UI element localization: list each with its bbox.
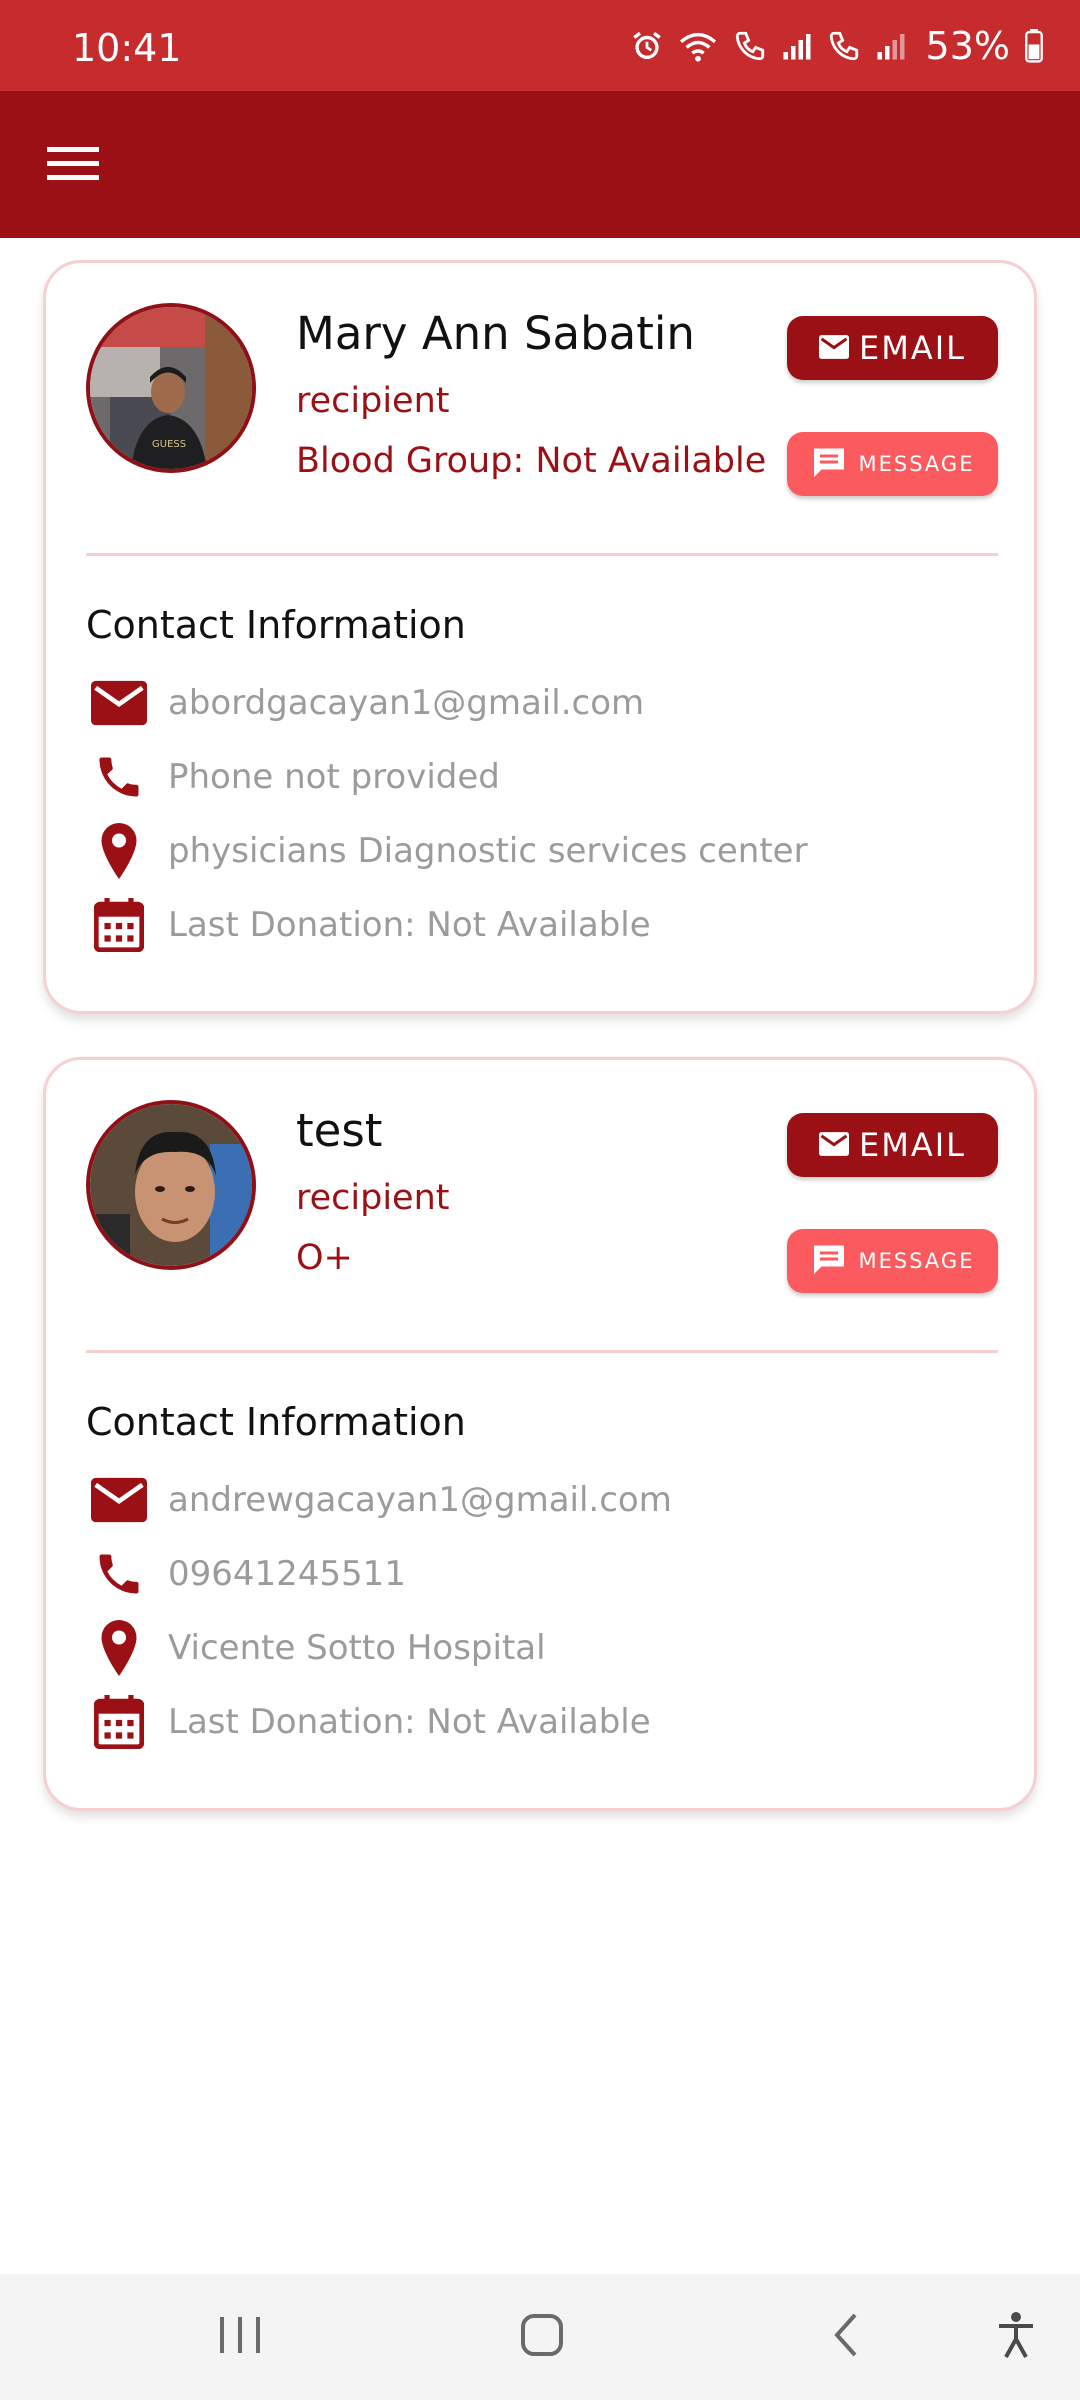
status-time: 10:41 xyxy=(72,26,182,70)
section-title: Contact Information xyxy=(86,1400,466,1444)
wifi-icon xyxy=(678,29,718,63)
message-button[interactable]: MESSAGE xyxy=(787,1229,998,1293)
call-sim2-icon xyxy=(826,29,862,63)
location-pin-icon xyxy=(86,821,152,881)
contact-phone: Phone not provided xyxy=(168,757,500,797)
contact-email: abordgacayan1@gmail.com xyxy=(168,683,645,723)
contact-role: recipient xyxy=(296,381,450,421)
recents-icon xyxy=(218,2315,262,2359)
last-donation-row: Last Donation: Not Available xyxy=(86,1692,651,1752)
alarm-icon xyxy=(630,29,664,63)
phone-icon xyxy=(86,1544,152,1604)
accessibility-icon xyxy=(996,2311,1036,2363)
email-button-label: EMAIL xyxy=(859,1126,966,1164)
contact-location: physicians Diagnostic services center xyxy=(168,831,808,871)
location-pin-icon xyxy=(86,1618,152,1678)
hamburger-menu-icon xyxy=(47,145,99,187)
location-row: physicians Diagnostic services center xyxy=(86,821,808,881)
system-nav-bar xyxy=(0,2274,1080,2400)
email-button[interactable]: EMAIL xyxy=(787,316,998,380)
phone-icon xyxy=(86,747,152,807)
blood-group: Blood Group: Not Available xyxy=(296,441,767,481)
accessibility-button[interactable] xyxy=(976,2302,1056,2372)
avatar xyxy=(86,1100,256,1270)
mail-icon xyxy=(819,329,849,367)
call-sim1-icon xyxy=(732,29,768,63)
email-row: abordgacayan1@gmail.com xyxy=(86,673,644,733)
svg-text:GUESS: GUESS xyxy=(152,439,186,450)
home-icon xyxy=(520,2313,564,2361)
message-button[interactable]: MESSAGE xyxy=(787,432,998,496)
menu-button[interactable] xyxy=(28,131,118,201)
divider xyxy=(86,553,998,556)
contact-card: test recipient O+ EMAIL MESSAGE Contact … xyxy=(43,1057,1037,1811)
message-button-label: MESSAGE xyxy=(858,1249,975,1273)
phone-row: Phone not provided xyxy=(86,747,500,807)
divider xyxy=(86,1350,998,1353)
status-icons: 53% xyxy=(630,22,1044,70)
status-bar: 10:41 53% xyxy=(0,0,1080,91)
contact-card: GUESS Mary Ann Sabatin recipient Blood G… xyxy=(43,260,1037,1014)
contact-location: Vicente Sotto Hospital xyxy=(168,1628,546,1668)
mail-icon xyxy=(819,1126,849,1164)
calendar-icon xyxy=(86,895,152,955)
last-donation-row: Last Donation: Not Available xyxy=(86,895,651,955)
home-button[interactable] xyxy=(502,2302,582,2372)
avatar: GUESS xyxy=(86,303,256,473)
contact-email: andrewgacayan1@gmail.com xyxy=(168,1480,672,1520)
battery-percentage: 53% xyxy=(925,24,1010,68)
signal-icon xyxy=(782,31,812,61)
contact-role: recipient xyxy=(296,1178,450,1218)
mail-icon xyxy=(86,1470,152,1530)
email-button[interactable]: EMAIL xyxy=(787,1113,998,1177)
contact-name: Mary Ann Sabatin xyxy=(296,307,695,360)
email-button-label: EMAIL xyxy=(859,329,966,367)
message-button-label: MESSAGE xyxy=(858,452,975,476)
signal-icon xyxy=(876,31,906,61)
app-bar xyxy=(0,91,1080,238)
calendar-icon xyxy=(86,1692,152,1752)
chat-icon xyxy=(811,445,847,484)
phone-row: 09641245511 xyxy=(86,1544,406,1604)
email-row: andrewgacayan1@gmail.com xyxy=(86,1470,672,1530)
blood-group: O+ xyxy=(296,1238,353,1278)
recents-button[interactable] xyxy=(200,2302,280,2372)
last-donation: Last Donation: Not Available xyxy=(168,1702,651,1742)
contact-name: test xyxy=(296,1104,383,1157)
last-donation: Last Donation: Not Available xyxy=(168,905,651,945)
section-title: Contact Information xyxy=(86,603,466,647)
location-row: Vicente Sotto Hospital xyxy=(86,1618,546,1678)
battery-icon xyxy=(1024,29,1044,63)
contact-phone: 09641245511 xyxy=(168,1554,406,1594)
mail-icon xyxy=(86,673,152,733)
back-icon xyxy=(831,2311,861,2363)
back-button[interactable] xyxy=(806,2302,886,2372)
chat-icon xyxy=(811,1242,847,1281)
